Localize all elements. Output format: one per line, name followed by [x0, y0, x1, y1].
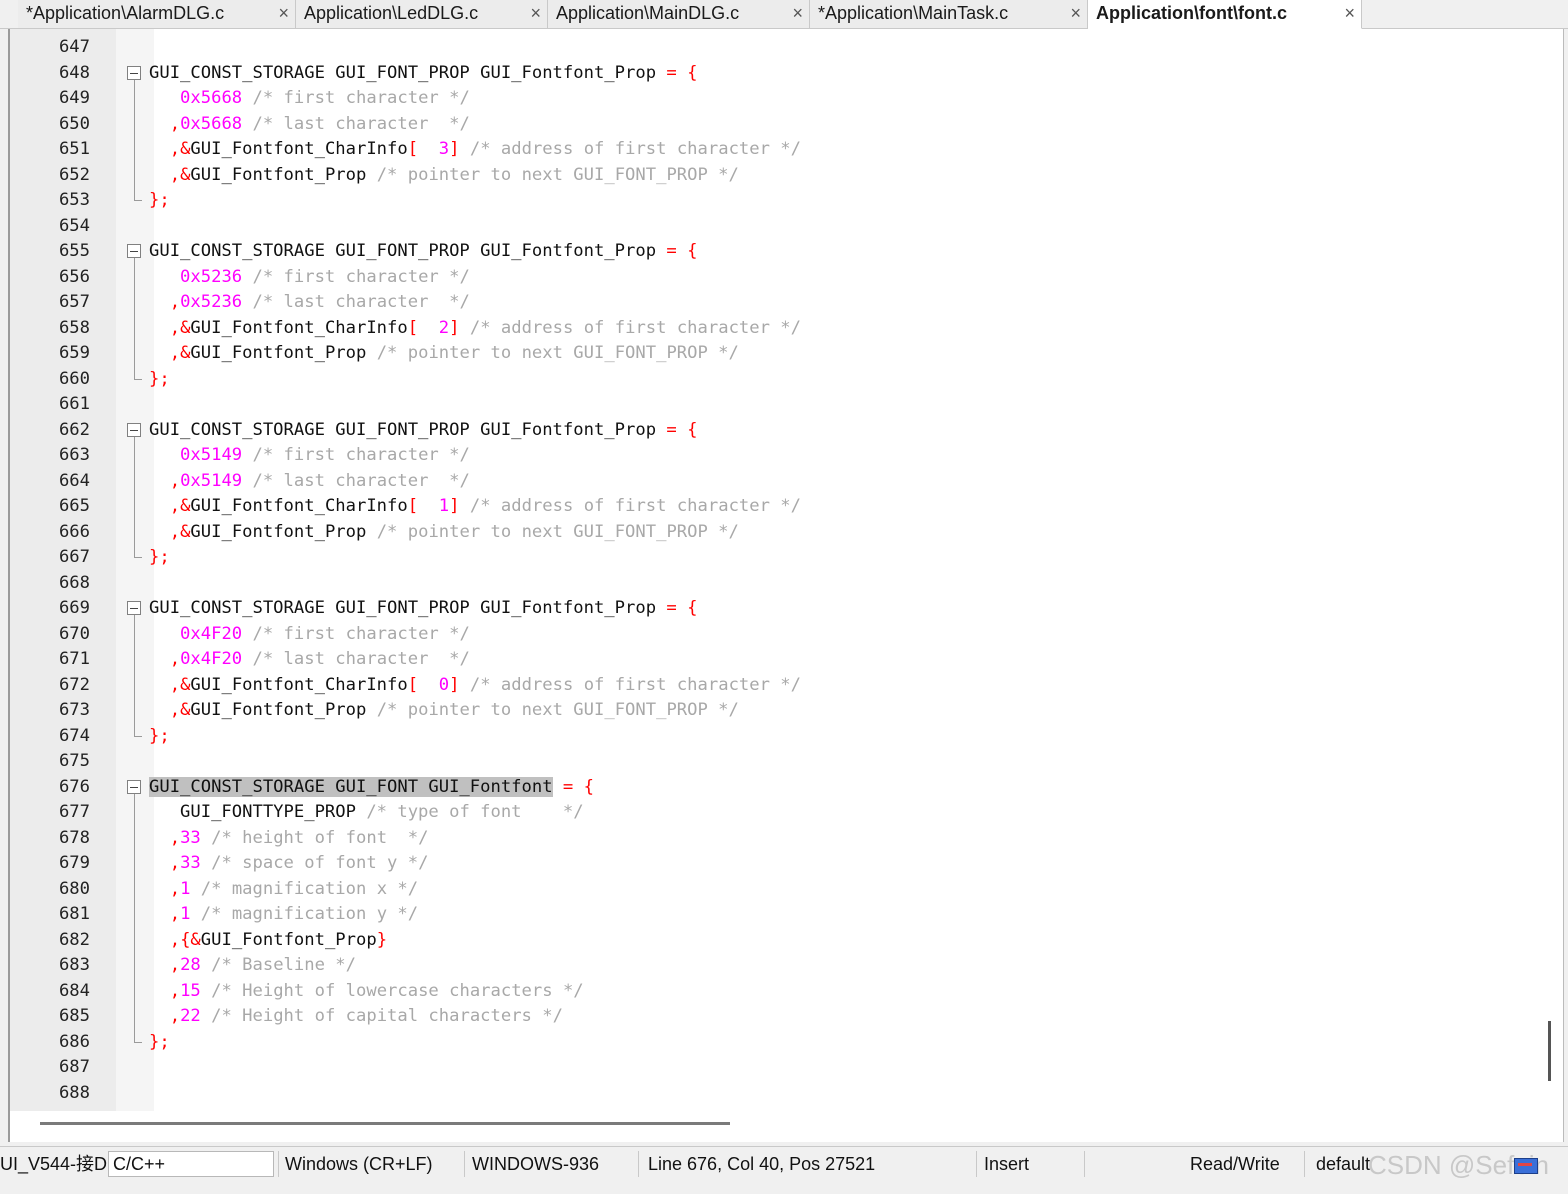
- code-line: 651 ,&GUI_Fontfont_CharInfo[ 3] /* addre…: [10, 137, 1540, 163]
- vertical-scrollbar[interactable]: [1548, 1021, 1551, 1081]
- status-eol[interactable]: Windows (CR+LF): [285, 1147, 433, 1181]
- status-project: UI_V544-接D(: [0, 1154, 108, 1174]
- code-line: 678 ,33 /* height of font */: [10, 825, 1540, 852]
- code-line: 653};: [58, 188, 170, 210]
- code-line: 655 GUI_CONST_STORAGE GUI_FONT_PROP GUI_…: [10, 239, 1540, 265]
- status-access: Read/Write: [1190, 1154, 1280, 1174]
- collapse-icon[interactable]: [127, 422, 141, 437]
- close-icon[interactable]: ×: [278, 0, 289, 26]
- collapse-icon[interactable]: [127, 779, 141, 794]
- keyboard-flag-icon: [1514, 1158, 1538, 1174]
- tab-maintask[interactable]: *Application\MainTask.c ×: [810, 0, 1088, 28]
- code-area[interactable]: 647 648 GUI_CONST_STORAGE GUI_FONT_PROP …: [10, 35, 1540, 1106]
- tab-label: Application\LedDLG.c: [304, 3, 479, 23]
- code-line: 661: [58, 394, 90, 414]
- code-line: 666 ,&GUI_Fontfont_Prop /* pointer to ne…: [10, 519, 1540, 546]
- close-icon[interactable]: ×: [792, 0, 803, 26]
- code-line: 677 GUI_FONTTYPE_PROP /* type of font */: [10, 800, 1540, 826]
- code-line: 679 ,33 /* space of font y */: [10, 851, 1540, 877]
- fold-toggle[interactable]: [124, 775, 146, 801]
- status-style: default: [1316, 1154, 1370, 1174]
- tab-alarmdlg[interactable]: *Application\AlarmDLG.c ×: [18, 0, 296, 28]
- code-line: 663 0x5149 /* first character */: [10, 443, 1540, 469]
- code-line: 671 ,0x4F20 /* last character */: [10, 647, 1540, 673]
- code-line: 657 ,0x5236 /* last character */: [10, 290, 1540, 316]
- close-icon[interactable]: ×: [1070, 0, 1081, 26]
- fold-toggle[interactable]: [124, 239, 146, 265]
- code-line: 682 ,{&GUI_Fontfont_Prop}: [10, 927, 1540, 954]
- tab-font[interactable]: Application\font\font.c ×: [1088, 0, 1362, 29]
- close-icon[interactable]: ×: [1344, 0, 1355, 26]
- status-bar: UI_V544-接D( C/C++ Windows (CR+LF) WINDOW…: [0, 1146, 1568, 1183]
- code-line: 669 GUI_CONST_STORAGE GUI_FONT_PROP GUI_…: [10, 596, 1540, 622]
- tab-label: *Application\MainTask.c: [818, 3, 1009, 23]
- code-line: 673 ,&GUI_Fontfont_Prop /* pointer to ne…: [10, 698, 1540, 724]
- code-line: 675: [58, 751, 90, 771]
- tab-label: Application\font\font.c: [1096, 3, 1287, 23]
- code-line: 683 ,28 /* Baseline */: [10, 953, 1540, 979]
- language-selector[interactable]: C/C++: [108, 1151, 274, 1177]
- code-line-current: 676 GUI_CONST_STORAGE GUI_FONT GUI_Fontf…: [10, 775, 1540, 801]
- code-line: 686};: [58, 1029, 170, 1052]
- fold-toggle[interactable]: [124, 418, 146, 444]
- code-line: 684 ,15 /* Height of lowercase character…: [10, 978, 1540, 1005]
- horizontal-scrollbar[interactable]: [40, 1122, 730, 1125]
- tab-label: Application\MainDLG.c: [556, 3, 740, 23]
- tab-maindlg[interactable]: Application\MainDLG.c ×: [548, 0, 810, 28]
- code-line: 654: [58, 215, 90, 236]
- tab-leddlg[interactable]: Application\LedDLG.c ×: [296, 0, 548, 28]
- fold-toggle[interactable]: [124, 61, 146, 87]
- code-line: 665 ,&GUI_Fontfont_CharInfo[ 1] /* addre…: [10, 494, 1540, 520]
- tab-bar: *Application\AlarmDLG.c × Application\Le…: [0, 0, 1568, 29]
- status-mode[interactable]: Insert: [984, 1147, 1029, 1181]
- tab-label: *Application\AlarmDLG.c: [26, 3, 225, 23]
- code-line: 648 GUI_CONST_STORAGE GUI_FONT_PROP GUI_…: [10, 61, 1540, 87]
- code-line: 687: [58, 1057, 90, 1077]
- code-line: 672 ,&GUI_Fontfont_CharInfo[ 0] /* addre…: [10, 672, 1540, 699]
- code-line: 662 GUI_CONST_STORAGE GUI_FONT_PROP GUI_…: [10, 418, 1540, 444]
- code-line: 659 ,&GUI_Fontfont_Prop /* pointer to ne…: [10, 341, 1540, 367]
- collapse-icon[interactable]: [127, 601, 141, 615]
- collapse-icon[interactable]: [127, 244, 141, 258]
- code-line: 681 ,1 /* magnification y */: [10, 902, 1540, 928]
- code-line: 674};: [58, 723, 170, 746]
- code-line: 647: [58, 37, 90, 57]
- code-line: 670 0x4F20 /* first character */: [10, 621, 1540, 648]
- code-line: 649 0x5668 /* first character */: [10, 86, 1540, 112]
- code-line: 664 ,0x5149 /* last character */: [10, 468, 1540, 495]
- code-line: 668: [58, 572, 90, 593]
- code-line: 656 0x5236 /* first character */: [10, 264, 1540, 291]
- code-line: 685 ,22 /* Height of capital characters …: [10, 1004, 1540, 1030]
- code-line: 652 ,&GUI_Fontfont_Prop /* pointer to ne…: [10, 162, 1540, 189]
- code-editor[interactable]: 647 648 GUI_CONST_STORAGE GUI_FONT_PROP …: [8, 29, 1564, 1142]
- code-line: 688: [58, 1082, 90, 1103]
- code-line: 658 ,&GUI_Fontfont_CharInfo[ 2] /* addre…: [10, 315, 1540, 342]
- close-icon[interactable]: ×: [530, 0, 541, 26]
- selected-text: GUI_CONST_STORAGE GUI_FONT GUI_Fontfont …: [149, 776, 594, 797]
- status-position: Line 676, Col 40, Pos 27521: [648, 1154, 876, 1174]
- code-line: 680 ,1 /* magnification x */: [10, 876, 1540, 903]
- fold-toggle[interactable]: [124, 596, 146, 622]
- status-encoding[interactable]: WINDOWS-936: [472, 1147, 599, 1181]
- code-line: 667};: [58, 545, 170, 567]
- code-line: 660};: [58, 366, 170, 389]
- collapse-icon[interactable]: [127, 65, 141, 80]
- code-line: 650 ,0x5668 /* last character */: [10, 111, 1540, 138]
